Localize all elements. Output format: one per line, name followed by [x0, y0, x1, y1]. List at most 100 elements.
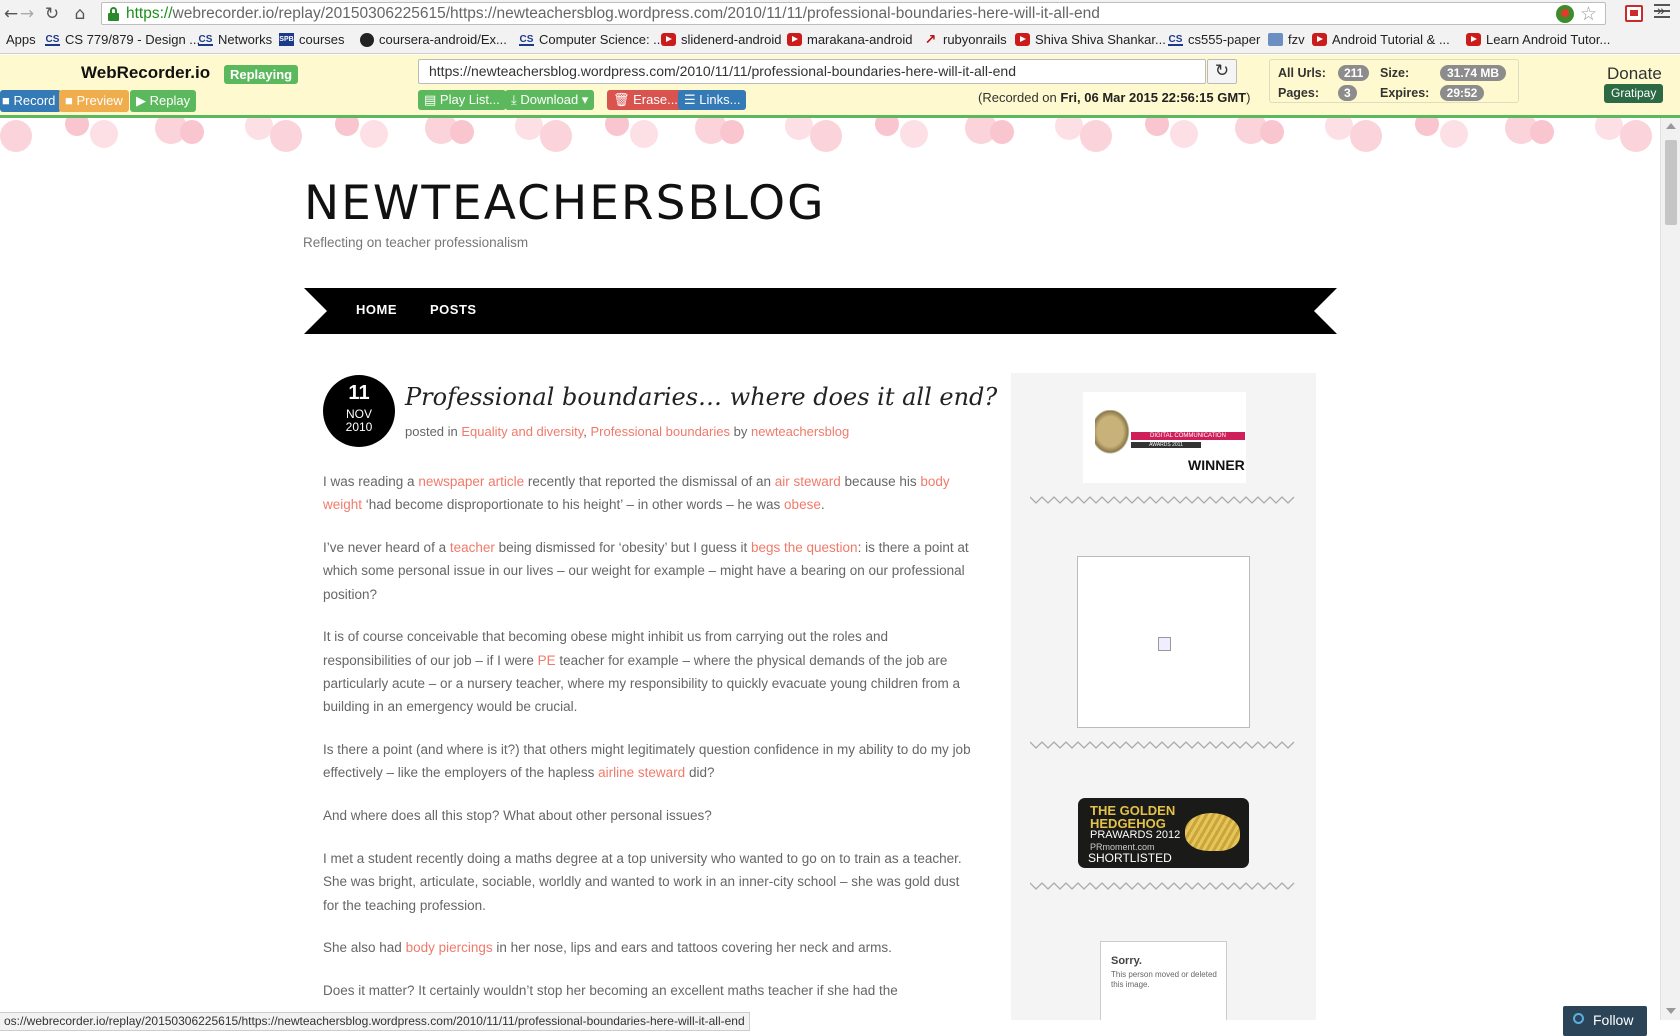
bookmarks-overflow-button[interactable]: » — [1657, 2, 1665, 18]
bookmark-label: rubyonrails — [943, 32, 1007, 47]
webrecorder-toolbar: WebRecorder.io Replaying ■ Record ■ Prev… — [0, 55, 1680, 118]
broken-image-widget[interactable] — [1077, 556, 1250, 728]
download-button[interactable]: ⤓ Download ▾ — [505, 90, 595, 110]
decorative-dots-header — [0, 118, 1660, 166]
bookmark-label: Android Tutorial & ... — [1332, 32, 1450, 47]
youtube-icon — [661, 33, 676, 46]
bookmarks-bar: Apps CS CS 779/879 - Design ... CS Networks S… — [0, 28, 1680, 53]
youtube-icon — [1312, 33, 1327, 46]
links-button[interactable]: ☰ Links... — [678, 90, 747, 110]
scroll-down-arrow-icon[interactable] — [1666, 1008, 1676, 1014]
sidebar: DIGITAL COMMUNICATION AWARDS 2011 WINNER… — [1011, 373, 1316, 1020]
expires-label: Expires: — [1380, 86, 1430, 100]
post-paragraph: She also had body piercings in her nose,… — [323, 936, 973, 959]
bookmark-label: fzv — [1288, 32, 1305, 47]
bookmark-item[interactable]: Apps — [6, 32, 36, 47]
bookmark-item[interactable]: coursera-android/Ex... — [360, 32, 507, 47]
bookmark-item[interactable]: marakana-android — [787, 32, 913, 47]
gratipay-button[interactable]: Gratipay — [1604, 84, 1664, 103]
post-date-badge: 11 NOV 2010 — [323, 375, 395, 447]
reload-icon[interactable]: ↻ — [41, 3, 63, 25]
address-bar-url[interactable]: https://webrecorder.io/replay/2015030622… — [126, 5, 1100, 23]
follow-button[interactable]: Follow — [1563, 1006, 1647, 1036]
main-navigation: HOME POSTS — [304, 288, 1337, 334]
webrecorder-brand[interactable]: WebRecorder.io — [81, 63, 210, 83]
all-urls-count: 211 — [1338, 65, 1370, 81]
post-paragraph: It is of course conceivable that becomin… — [323, 625, 973, 718]
vertical-scrollbar[interactable] — [1660, 118, 1680, 1020]
bookmark-item[interactable]: fzv — [1268, 32, 1305, 47]
nav-home[interactable]: HOME — [356, 302, 397, 317]
refresh-icon[interactable]: ↻ — [1207, 59, 1237, 84]
bookmark-item[interactable]: CS Computer Science: ... — [519, 32, 664, 47]
github-icon — [360, 32, 374, 47]
record-button[interactable]: ■ Record — [0, 90, 62, 112]
donate-link[interactable]: Donate — [1607, 64, 1662, 84]
home-icon[interactable]: ⌂ — [69, 3, 91, 25]
award-logo-icon — [1095, 410, 1133, 458]
author-link[interactable]: newteachersblog — [751, 424, 849, 439]
all-urls-label: All Urls: — [1278, 66, 1326, 80]
spb-icon: SPB — [279, 33, 294, 46]
extension-icon[interactable] — [1556, 5, 1574, 23]
caret-down-icon: ▾ — [578, 92, 589, 107]
zigzag-divider — [1030, 741, 1295, 749]
bookmark-item[interactable]: CS CS 779/879 - Design ... — [45, 32, 200, 47]
bookmark-label: Networks — [218, 32, 273, 47]
expires-value: 29:52 — [1440, 85, 1484, 101]
category-link-equality[interactable]: Equality and diversity — [461, 424, 583, 439]
inline-link[interactable]: obese — [784, 497, 821, 512]
cs-icon: CS — [45, 34, 60, 46]
paragraph-text: being dismissed for ‘obesity’ but I gues… — [494, 540, 751, 556]
bookmark-item[interactable]: CS Networks — [198, 32, 272, 47]
post-title[interactable]: Professional boundaries… where does it a… — [405, 383, 997, 411]
replay-url-input[interactable]: https://newteachersblog.wordpress.com/20… — [418, 59, 1206, 84]
paragraph-text: because his — [840, 474, 921, 489]
inline-link[interactable]: airline steward — [598, 765, 685, 780]
record-icon: ■ — [2, 93, 14, 108]
bookmark-item[interactable]: ↗ rubyonrails — [923, 32, 1007, 47]
scrollbar-thumb[interactable] — [1665, 140, 1677, 225]
paragraph-text: And where does all this stop? What about… — [323, 808, 712, 824]
zigzag-divider — [1030, 496, 1295, 504]
play-icon: ▶ — [136, 93, 150, 108]
bookmark-label: Apps — [6, 32, 36, 47]
inline-link[interactable]: body piercings — [406, 940, 493, 955]
trash-icon: 🗑 — [613, 92, 634, 107]
post-paragraph: Does it matter? It certainly wouldn’t st… — [323, 979, 973, 1002]
golden-hedgehog-badge[interactable]: THE GOLDEN HEDGEHOG PRAWARDS 2012 PRmome… — [1078, 798, 1249, 868]
preview-icon: ■ — [65, 93, 77, 108]
replay-button[interactable]: ▶ Replay — [130, 90, 197, 112]
bookmark-label: Shiva Shiva Shankar... — [1035, 32, 1166, 47]
bookmark-star-icon[interactable]: ☆ — [1580, 3, 1597, 26]
archive-stats: All Urls: 211 Size: 31.74 MB Pages: 3 Ex… — [1269, 59, 1519, 103]
bookmark-item[interactable]: SPB courses — [279, 32, 345, 47]
pdf-extension-icon[interactable] — [1625, 5, 1643, 22]
paragraph-text: I was reading a — [323, 474, 419, 489]
bookmark-item[interactable]: Shiva Shiva Shankar... — [1015, 32, 1166, 47]
award-badge-digital-communication[interactable]: DIGITAL COMMUNICATION AWARDS 2011 WINNER — [1083, 392, 1246, 483]
bookmark-item[interactable]: slidenerd-android — [661, 32, 781, 47]
erase-button[interactable]: 🗑 Erase... — [607, 90, 684, 110]
address-bar[interactable]: https://webrecorder.io/replay/2015030622… — [101, 2, 1606, 25]
forward-icon[interactable]: → — [16, 3, 38, 25]
bookmark-item[interactable]: CS cs555-paper — [1168, 32, 1260, 47]
bookmark-item[interactable]: Android Tutorial & ... — [1312, 32, 1450, 47]
inline-link[interactable]: PE — [538, 653, 556, 668]
blog-title[interactable]: NEWTEACHERSBLOG — [304, 176, 826, 231]
post-month: NOV — [345, 407, 372, 421]
playlist-button[interactable]: ▤ Play List... — [418, 90, 506, 110]
inline-link[interactable]: begs the question — [751, 540, 858, 555]
youtube-icon — [1466, 33, 1481, 46]
preview-button[interactable]: ■ Preview — [59, 90, 129, 112]
missing-photo-widget[interactable]: Sorry. This person moved or deleted this… — [1100, 941, 1227, 1020]
scroll-up-arrow-icon[interactable] — [1666, 123, 1676, 129]
nav-posts[interactable]: POSTS — [430, 302, 477, 317]
inline-link[interactable]: air steward — [775, 474, 841, 489]
cs-icon: CS — [519, 34, 534, 46]
inline-link[interactable]: newspaper article — [418, 474, 524, 489]
category-link-boundaries[interactable]: Professional boundaries — [591, 424, 730, 439]
post-paragraph: And where does all this stop? What about… — [323, 804, 973, 827]
bookmark-item[interactable]: Learn Android Tutor... — [1466, 32, 1610, 47]
inline-link[interactable]: teacher — [450, 540, 495, 555]
